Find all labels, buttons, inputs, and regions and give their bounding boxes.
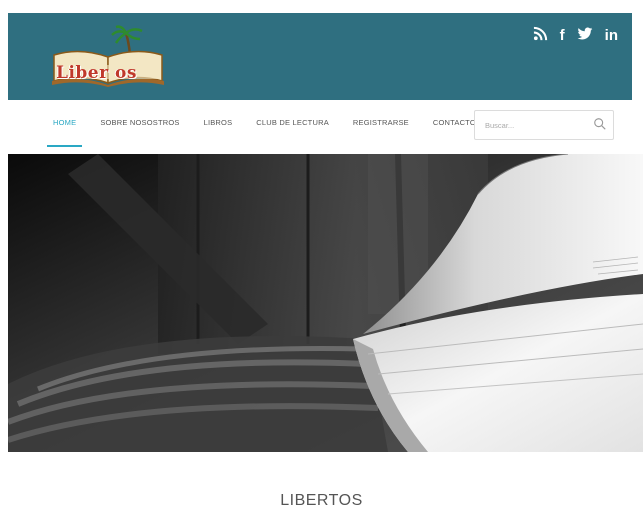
nav-item-sobre-nosotros[interactable]: SOBRE NOSOSTROS (100, 100, 179, 154)
hero-image (8, 154, 643, 452)
nav-menu: HOME SOBRE NOSOSTROS LIBROS CLUB DE LECT… (46, 100, 500, 154)
nav-item-home[interactable]: HOME (46, 100, 83, 154)
twitter-icon[interactable] (577, 27, 593, 45)
rss-icon[interactable] (533, 26, 548, 45)
site-logo[interactable]: Liber os (50, 25, 170, 87)
social-links: f in (533, 26, 618, 45)
hero-book-photo (8, 154, 643, 452)
search-input[interactable] (483, 111, 587, 139)
linkedin-icon[interactable]: in (605, 27, 618, 44)
nav-item-club-de-lectura[interactable]: CLUB DE LECTURA (256, 100, 329, 154)
main-navigation: HOME SOBRE NOSOSTROS LIBROS CLUB DE LECT… (8, 100, 632, 155)
nav-item-libros[interactable]: LIBROS (204, 100, 233, 154)
facebook-icon[interactable]: f (560, 27, 565, 44)
search-icon[interactable] (593, 117, 607, 131)
nav-item-registrarse[interactable]: REGISTRARSE (353, 100, 409, 154)
nav-item-contacto[interactable]: CONTACTO (433, 100, 476, 154)
search-box (474, 110, 614, 140)
site-title: LIBERTOS (280, 492, 363, 509)
page: Liber os f in HOME SOBRE NOSOSTROS LIBRO… (0, 0, 643, 511)
site-header: Liber os f in (8, 13, 632, 100)
logo-text: Liber os (56, 63, 137, 83)
